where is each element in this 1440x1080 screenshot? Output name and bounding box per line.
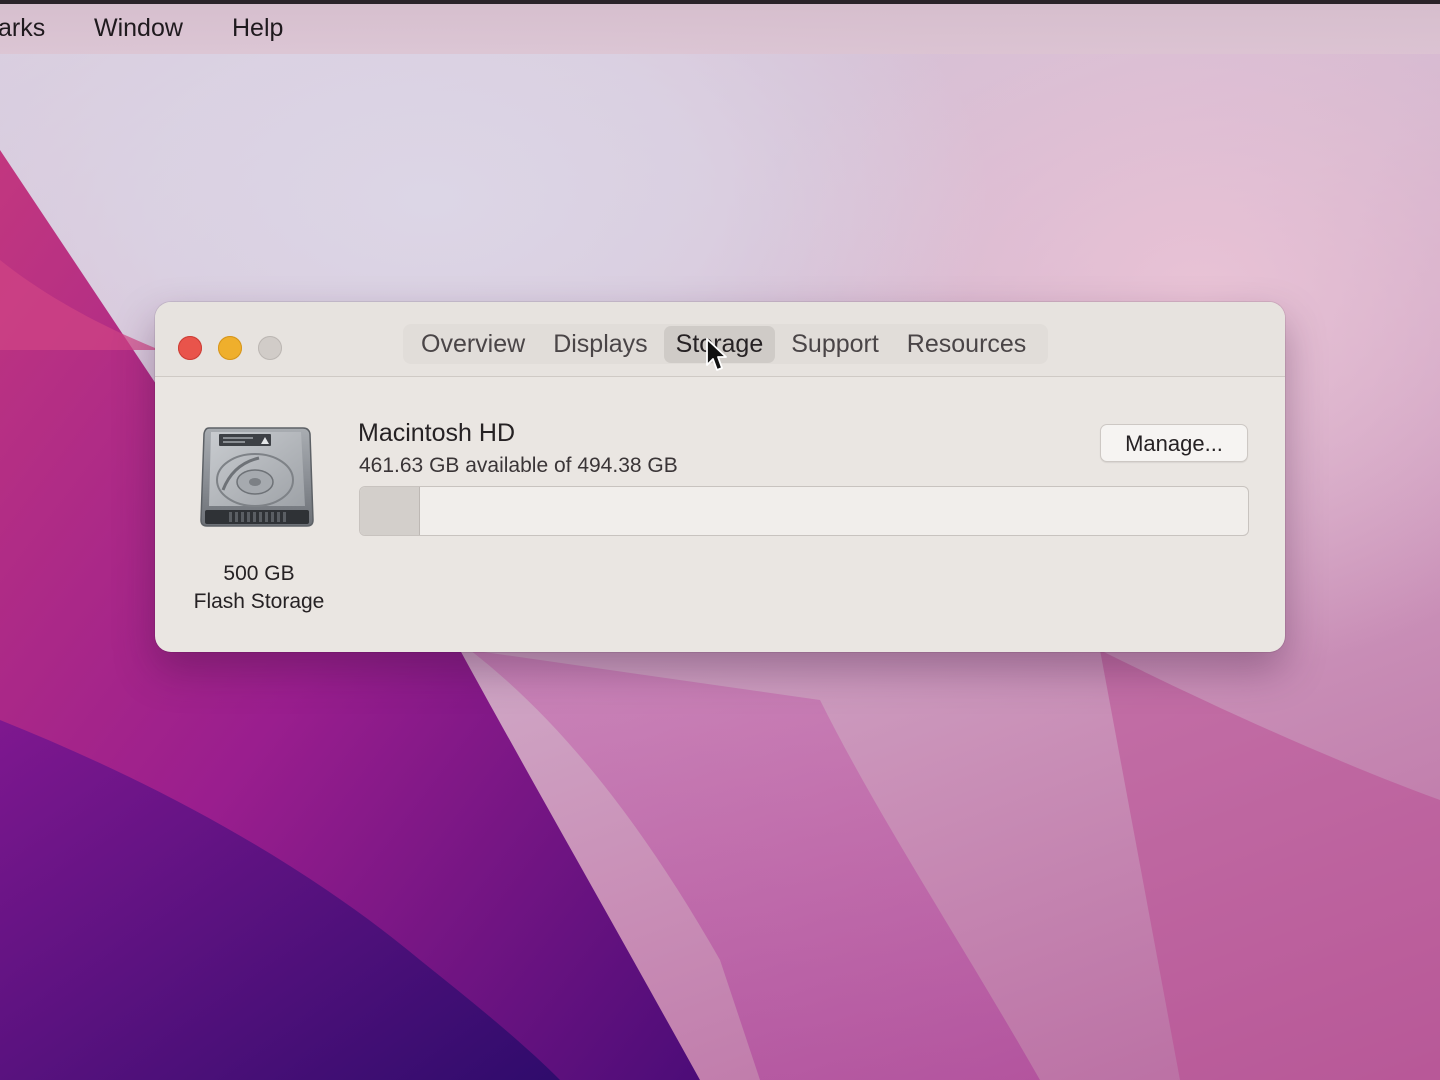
drive-type: Flash Storage [193,590,325,613]
hard-drive-icon [199,422,315,540]
menu-bookmarks[interactable]: arks [0,14,45,43]
menu-help[interactable]: Help [232,14,283,43]
zoom-window-button[interactable] [258,336,282,360]
storage-usage-bar [359,486,1249,536]
tab-support[interactable]: Support [779,326,891,363]
menu-bar: arks Window Help [0,0,1440,54]
tab-resources[interactable]: Resources [895,326,1039,363]
tab-displays[interactable]: Displays [541,326,659,363]
tab-overview[interactable]: Overview [409,326,537,363]
volume-name: Macintosh HD [358,419,515,447]
mouse-cursor-icon [706,338,727,371]
drive-capacity-label: 500 GB Flash Storage [169,560,349,616]
manage-button[interactable]: Manage... [1100,424,1248,462]
volume-available-text: 461.63 GB available of 494.38 GB [359,454,678,477]
close-window-button[interactable] [178,336,202,360]
storage-used-segment [360,487,420,535]
minimize-window-button[interactable] [218,336,242,360]
menu-window[interactable]: Window [94,14,183,43]
drive-size: 500 GB [223,562,295,585]
